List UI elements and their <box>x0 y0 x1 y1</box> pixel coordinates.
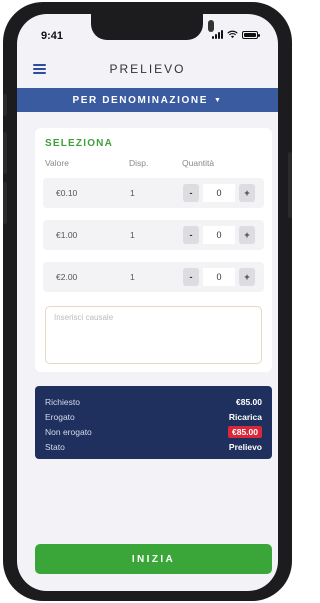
quantity-field[interactable]: 0 <box>203 184 235 202</box>
section-title: SELEZIONA <box>45 138 114 149</box>
quantity-stepper: - 0 + <box>183 184 255 202</box>
summary-value: €85.00 <box>236 396 262 407</box>
selection-card: SELEZIONA Valore Disp. Quantità €0.10 1 … <box>35 128 272 372</box>
battery-icon <box>242 30 260 39</box>
denomination-row: €0.10 1 - 0 + <box>43 178 264 208</box>
volume-down-button <box>3 182 7 224</box>
decrement-button[interactable]: - <box>183 226 199 244</box>
quantity-stepper: - 0 + <box>183 226 255 244</box>
start-button[interactable]: INIZIA <box>35 544 272 574</box>
row-value: €0.10 <box>56 188 78 198</box>
status-badge: €85.00 <box>228 425 262 438</box>
causale-input[interactable]: Inserisci causale <box>45 306 262 364</box>
decrement-button[interactable]: - <box>183 268 199 286</box>
status-icons <box>212 30 260 39</box>
summary-label: Non erogato <box>45 426 92 437</box>
nav-bar: PRELIEVO <box>17 54 278 84</box>
summary-row: Non erogato €85.00 <box>45 424 262 439</box>
summary-label: Richiesto <box>45 396 80 407</box>
status-bar: 9:41 <box>17 14 278 52</box>
phone-frame: 9:41 PRELIEVO PER DENOMINAZIONE ▼ SELEZI… <box>3 2 292 601</box>
row-value: €2.00 <box>56 272 78 282</box>
quantity-stepper: - 0 + <box>183 268 255 286</box>
row-available: 1 <box>130 188 135 198</box>
power-button <box>288 152 292 218</box>
increment-button[interactable]: + <box>239 184 255 202</box>
summary-row: Stato Prelievo <box>45 439 262 454</box>
column-header-value: Valore <box>45 158 69 168</box>
denomination-dropdown[interactable]: PER DENOMINAZIONE ▼ <box>17 88 278 112</box>
row-available: 1 <box>130 272 135 282</box>
page-title: PRELIEVO <box>109 62 186 76</box>
mute-switch <box>3 94 7 116</box>
summary-value: Ricarica <box>228 411 262 422</box>
quantity-field[interactable]: 0 <box>203 226 235 244</box>
denomination-label: PER DENOMINAZIONE <box>72 94 208 106</box>
summary-row: Richiesto €85.00 <box>45 394 262 409</box>
column-header-quantity: Quantità <box>182 158 215 168</box>
denomination-row: €1.00 1 - 0 + <box>43 220 264 250</box>
row-value: €1.00 <box>56 230 78 240</box>
status-time: 9:41 <box>41 30 64 42</box>
summary-label: Erogato <box>45 411 75 422</box>
increment-button[interactable]: + <box>239 268 255 286</box>
decrement-button[interactable]: - <box>183 184 199 202</box>
volume-up-button <box>3 132 7 174</box>
notch <box>91 14 214 40</box>
row-available: 1 <box>130 230 135 240</box>
signal-icon <box>212 30 223 39</box>
summary-panel: Richiesto €85.00 Erogato Ricarica Non er… <box>35 386 272 459</box>
summary-label: Stato <box>45 441 65 452</box>
summary-value: Prelievo <box>228 441 262 452</box>
screen: 9:41 PRELIEVO PER DENOMINAZIONE ▼ SELEZI… <box>17 14 278 591</box>
wifi-icon <box>227 30 238 39</box>
chevron-down-icon: ▼ <box>214 96 223 104</box>
increment-button[interactable]: + <box>239 226 255 244</box>
denomination-row: €2.00 1 - 0 + <box>43 262 264 292</box>
column-header-available: Disp. <box>129 158 149 168</box>
summary-row: Erogato Ricarica <box>45 409 262 424</box>
quantity-field[interactable]: 0 <box>203 268 235 286</box>
